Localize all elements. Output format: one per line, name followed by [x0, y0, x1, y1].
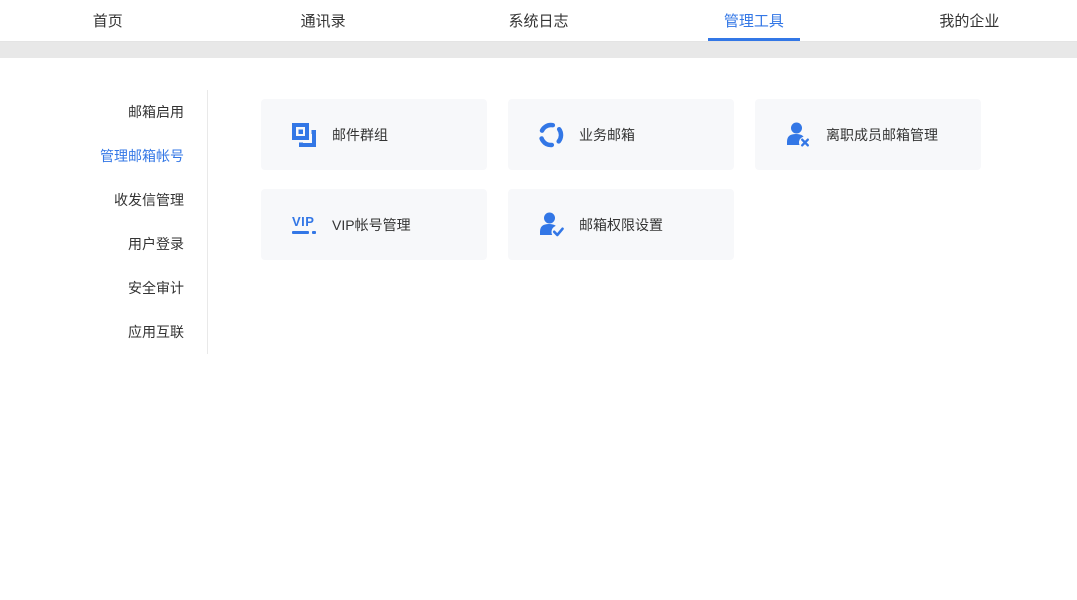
top-nav: 首页 通讯录 系统日志 管理工具 我的企业 — [0, 0, 1077, 42]
tab-system-log[interactable]: 系统日志 — [431, 0, 646, 41]
card-mailbox-permission[interactable]: 邮箱权限设置 — [508, 189, 734, 260]
card-vip-account[interactable]: VIP VIP帐号管理 — [261, 189, 487, 260]
tab-my-enterprise-label: 我的企业 — [939, 10, 999, 31]
sidebar-item-manage-mailbox-accounts[interactable]: 管理邮箱帐号 — [0, 134, 207, 178]
cards-grid: 邮件群组 业务邮箱 — [261, 99, 1077, 260]
card-label: 离职成员邮箱管理 — [826, 125, 938, 145]
cards-area: 邮件群组 业务邮箱 — [208, 58, 1077, 599]
card-label: VIP帐号管理 — [332, 215, 411, 235]
card-departed-member-mailbox[interactable]: 离职成员邮箱管理 — [755, 99, 981, 170]
sidebar-item-app-interconnect[interactable]: 应用互联 — [0, 310, 207, 354]
tab-system-log-label: 系统日志 — [509, 10, 569, 31]
sidebar: 邮箱启用 管理邮箱帐号 收发信管理 用户登录 安全审计 应用互联 — [0, 58, 208, 599]
vip-icon-text: VIP — [292, 215, 314, 228]
vip-icon-underline — [292, 231, 316, 234]
departed-member-icon — [783, 120, 813, 150]
sidebar-item-security-audit[interactable]: 安全审计 — [0, 266, 207, 310]
tab-my-enterprise[interactable]: 我的企业 — [862, 0, 1077, 41]
sidebar-item-user-login[interactable]: 用户登录 — [0, 222, 207, 266]
card-business-mailbox[interactable]: 业务邮箱 — [508, 99, 734, 170]
tab-active-underline — [708, 38, 800, 41]
sidebar-item-send-receive-management[interactable]: 收发信管理 — [0, 178, 207, 222]
mailbox-permission-icon — [536, 210, 566, 240]
main-content: 邮箱启用 管理邮箱帐号 收发信管理 用户登录 安全审计 应用互联 邮件 — [0, 58, 1077, 599]
tab-admin-tools[interactable]: 管理工具 — [646, 0, 861, 41]
card-label: 业务邮箱 — [579, 125, 635, 145]
tab-contacts-label: 通讯录 — [301, 10, 346, 31]
card-label: 邮箱权限设置 — [579, 215, 663, 235]
tab-home-label: 首页 — [93, 10, 123, 31]
business-mailbox-icon — [536, 120, 566, 150]
sidebar-list: 邮箱启用 管理邮箱帐号 收发信管理 用户登录 安全审计 应用互联 — [0, 90, 208, 354]
tab-admin-tools-label: 管理工具 — [724, 10, 784, 31]
card-mail-group[interactable]: 邮件群组 — [261, 99, 487, 170]
card-label: 邮件群组 — [332, 125, 388, 145]
page-background-strip — [0, 42, 1077, 58]
vip-icon: VIP — [289, 210, 319, 240]
sidebar-item-mailbox-enable[interactable]: 邮箱启用 — [0, 90, 207, 134]
tab-home[interactable]: 首页 — [0, 0, 215, 41]
mail-group-icon — [289, 120, 319, 150]
tab-contacts[interactable]: 通讯录 — [215, 0, 430, 41]
